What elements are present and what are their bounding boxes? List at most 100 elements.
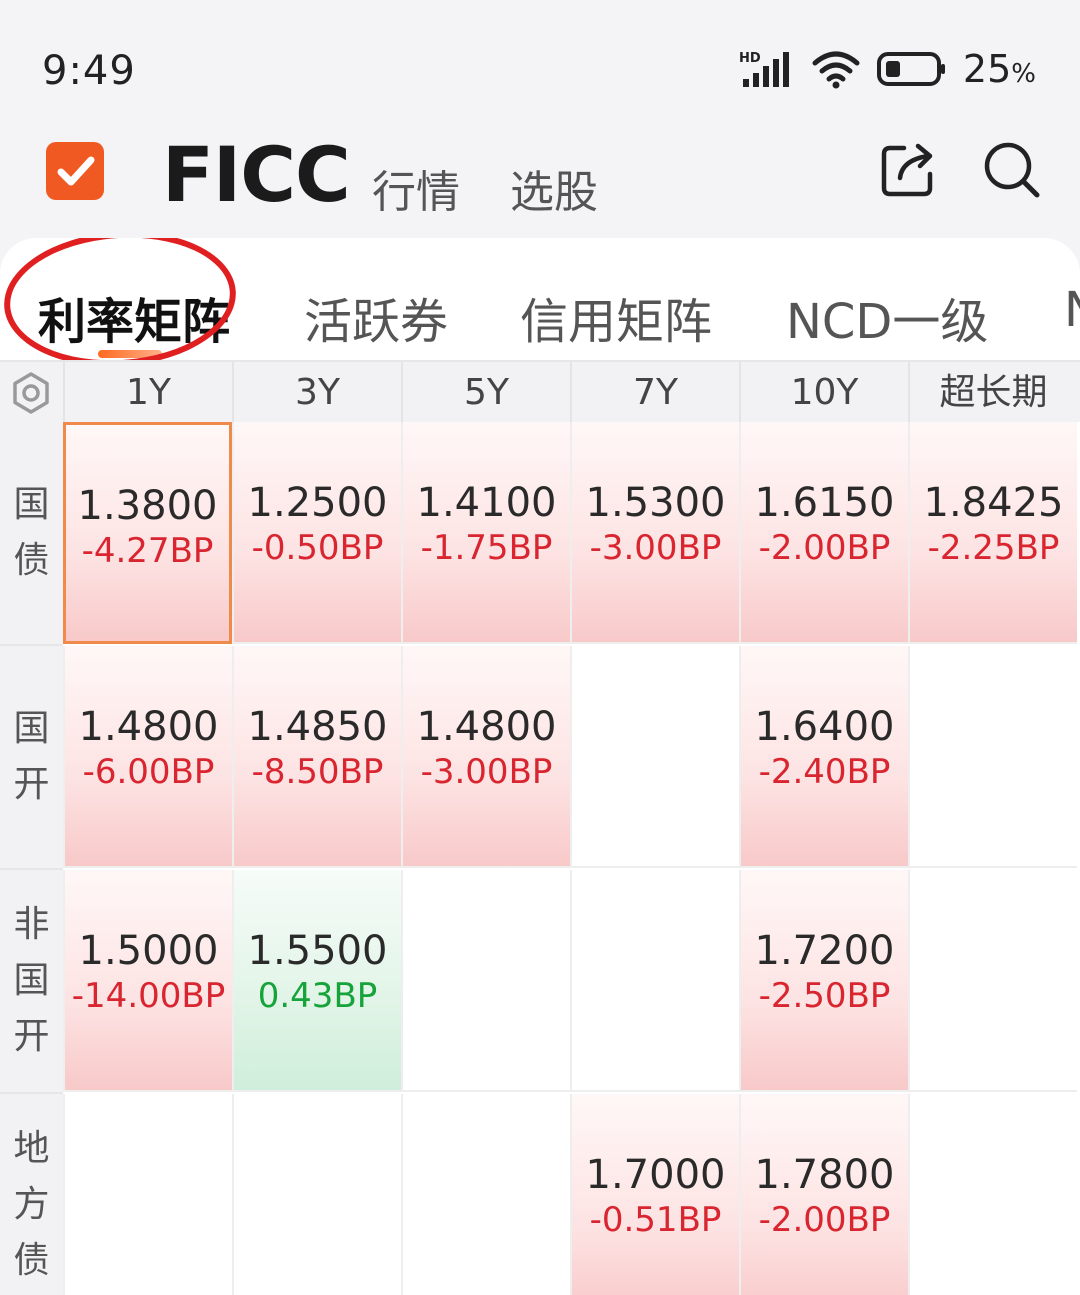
main-panel: 利率矩阵 活跃券 信用矩阵 NCD一级 N 1Y3Y5Y7Y10Y超长期 国债1… (0, 238, 1080, 1295)
tab-ncd-primary[interactable]: NCD一级 (786, 282, 988, 352)
yield-value: 1.4100 (416, 480, 557, 526)
settings-button[interactable] (10, 372, 52, 418)
matrix-cell[interactable]: 1.7000 -0.51BP (570, 1094, 739, 1295)
battery-unit: % (1011, 59, 1036, 89)
matrix-cell[interactable]: 1.5300 -3.00BP (570, 422, 739, 644)
yield-value: 1.7200 (754, 928, 895, 974)
yield-change: -4.27BP (81, 531, 214, 571)
app-header: FICC 行情 选股 (0, 120, 1080, 238)
tab-rate-matrix[interactable]: 利率矩阵 (38, 282, 230, 352)
row-header: 地方债 (0, 1094, 63, 1295)
column-header[interactable]: 超长期 (908, 362, 1077, 424)
matrix-cell-empty (908, 870, 1077, 1092)
matrix-cell[interactable]: 1.4800 -6.00BP (63, 646, 232, 868)
row-header-char: 地 (13, 1128, 50, 1169)
settings-icon (13, 372, 49, 414)
column-header[interactable]: 1Y (63, 362, 232, 424)
yield-change: -2.00BP (758, 528, 891, 568)
matrix-cell-empty (908, 646, 1077, 868)
tab-next-partial[interactable]: N (1064, 282, 1080, 338)
matrix-cell[interactable]: 1.7200 -2.50BP (739, 870, 908, 1092)
row-header-char: 国 (13, 708, 50, 749)
matrix-cell[interactable]: 1.8425 -2.25BP (908, 422, 1077, 644)
row-header-char: 国 (13, 484, 50, 525)
yield-value: 1.7800 (754, 1152, 895, 1198)
battery-percent: 25 (962, 47, 1012, 91)
row-header: 国开 (0, 646, 63, 870)
matrix-cell-empty (570, 646, 739, 868)
wifi-icon (812, 51, 860, 89)
matrix-cell[interactable]: 1.6400 -2.40BP (739, 646, 908, 868)
yield-change: -0.51BP (589, 1200, 722, 1240)
matrix-cell-empty (908, 1094, 1077, 1295)
yield-value: 1.6400 (754, 704, 895, 750)
tab-credit-matrix[interactable]: 信用矩阵 (520, 282, 712, 352)
yield-value: 1.6150 (754, 480, 895, 526)
tab-active-bonds[interactable]: 活跃券 (304, 282, 448, 352)
column-header[interactable]: 10Y (739, 362, 908, 424)
active-tab-indicator (98, 350, 162, 358)
matrix-header-row: 1Y 3Y 5Y 7Y 10Y 超长期 (0, 360, 1080, 424)
yield-change: -2.40BP (758, 752, 891, 792)
share-icon (881, 143, 933, 197)
status-icons: HD 25% (739, 46, 1036, 92)
row-header-char: 国 (13, 960, 50, 1001)
matrix-cell-empty (63, 1094, 232, 1295)
matrix-cell[interactable]: 1.4800 -3.00BP (401, 646, 570, 868)
matrix-cell[interactable]: 1.4100 -1.75BP (401, 422, 570, 644)
yield-value: 1.4850 (247, 704, 388, 750)
matrix-cell[interactable]: 1.2500 -0.50BP (232, 422, 401, 644)
yield-change: -2.50BP (758, 976, 891, 1016)
matrix-cell-empty (401, 870, 570, 1092)
matrix-cell-empty (401, 1094, 570, 1295)
yield-change: -3.00BP (420, 752, 553, 792)
row-header-char: 开 (13, 1016, 50, 1057)
share-button[interactable] (878, 140, 938, 204)
yield-change: -6.00BP (82, 752, 215, 792)
status-bar: 9:49 HD 25% (0, 0, 1080, 120)
yield-value: 1.5000 (78, 928, 219, 974)
battery-level: 25% (963, 47, 1036, 91)
yield-change: -1.75BP (420, 528, 553, 568)
column-header[interactable]: 7Y (570, 362, 739, 424)
yield-value: 1.4800 (416, 704, 557, 750)
yield-change: 0.43BP (257, 976, 378, 1016)
yield-value: 1.2500 (247, 480, 388, 526)
row-header-char: 债 (13, 1240, 50, 1281)
svg-text:HD: HD (739, 51, 761, 66)
search-icon (984, 142, 1040, 198)
matrix-cell[interactable]: 1.5500 0.43BP (232, 870, 401, 1092)
yield-change: -2.00BP (758, 1200, 891, 1240)
yield-value: 1.3800 (77, 483, 218, 529)
signal-icon: HD (739, 51, 789, 87)
matrix-cell[interactable]: 1.4850 -8.50BP (232, 646, 401, 868)
column-header[interactable]: 3Y (232, 362, 401, 424)
matrix-cell[interactable]: 1.6150 -2.00BP (739, 422, 908, 644)
yield-value: 1.8425 (923, 480, 1064, 526)
yield-change: -8.50BP (251, 752, 384, 792)
matrix-cell-empty (570, 870, 739, 1092)
nav-stock-picker[interactable]: 选股 (510, 156, 598, 220)
search-button[interactable] (982, 140, 1042, 204)
yield-change: -2.25BP (927, 528, 1060, 568)
battery-icon (876, 52, 945, 86)
yield-value: 1.5500 (247, 928, 388, 974)
column-header[interactable]: 5Y (401, 362, 570, 424)
page-title: FICC (162, 130, 351, 219)
status-time: 9:49 (42, 48, 136, 94)
row-header-char: 债 (13, 540, 50, 581)
matrix-cell[interactable]: 1.3800 -4.27BP (63, 422, 232, 644)
row-header: 国债 (0, 422, 63, 646)
nav-quotes[interactable]: 行情 (372, 156, 460, 220)
tab-bar: 利率矩阵 活跃券 信用矩阵 NCD一级 N (0, 238, 1080, 374)
yield-change: -0.50BP (251, 528, 384, 568)
row-header-char: 方 (13, 1184, 50, 1225)
row-header-char: 开 (13, 764, 50, 805)
yield-change: -14.00BP (71, 976, 226, 1016)
yield-value: 1.4800 (78, 704, 219, 750)
matrix-cell-empty (232, 1094, 401, 1295)
row-header-char: 非 (13, 904, 50, 945)
matrix-cell[interactable]: 1.5000 -14.00BP (63, 870, 232, 1092)
app-logo-icon (46, 142, 104, 200)
matrix-cell[interactable]: 1.7800 -2.00BP (739, 1094, 908, 1295)
